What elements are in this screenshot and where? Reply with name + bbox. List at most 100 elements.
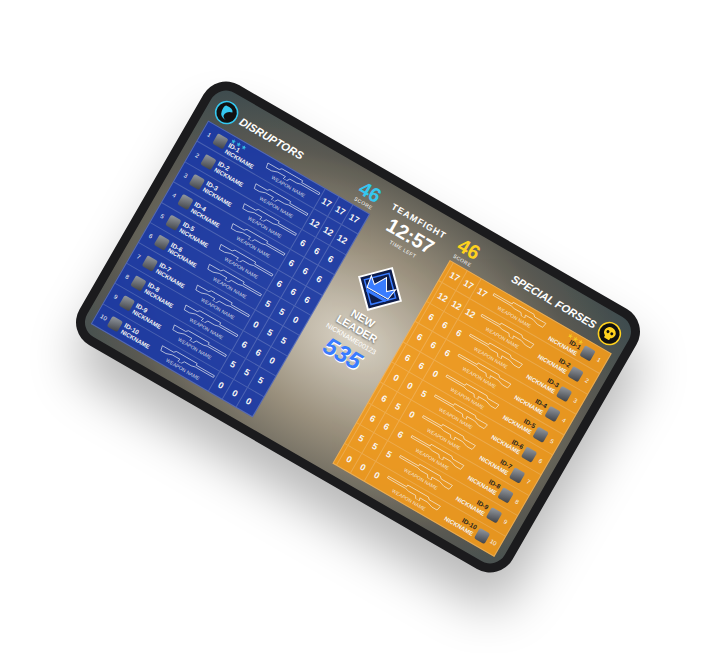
stat-cell: 6	[278, 249, 303, 276]
player-avatar	[165, 214, 181, 230]
player-weapon: WEAPON NAME	[261, 160, 320, 203]
player-weapon: WEAPON NAME	[382, 473, 441, 516]
stat-cell: 0	[383, 364, 408, 391]
stat-cell: 6	[359, 404, 384, 431]
tablet: DISRUPTORS46SCORE1ID-1NICKNAMEWEAPON NAM…	[66, 72, 649, 582]
player-avatar	[118, 295, 134, 311]
weapon-name: WEAPON NAME	[270, 174, 306, 198]
scoreboard-screen: DISRUPTORS46SCORE1ID-1NICKNAMEWEAPON NAM…	[78, 84, 636, 569]
weapon-name: WEAPON NAME	[211, 275, 247, 299]
stat-cell: 6	[266, 269, 291, 296]
player-avatar	[520, 446, 536, 462]
player-rank: 6	[535, 456, 545, 465]
player-rank: 4	[558, 416, 568, 425]
player-rank: 8	[511, 497, 521, 506]
player-row[interactable]: 10ID-10NICKNAMEWEAPON NAME000	[92, 304, 263, 416]
weapon-name: WEAPON NAME	[484, 325, 520, 349]
stat-cell: 6	[394, 343, 419, 370]
player-rank: 3	[570, 395, 580, 404]
player-avatar	[106, 315, 122, 331]
player-weapon: WEAPON NAME	[226, 221, 285, 264]
weapon-name: WEAPON NAME	[235, 235, 271, 259]
stat-cell: 5	[254, 290, 279, 317]
player-avatar	[567, 365, 583, 381]
player-id-block: ID-1NICKNAME	[540, 321, 584, 357]
player-avatar	[141, 254, 157, 270]
player-weapon: WEAPON NAME	[428, 392, 487, 435]
player-rank: 9	[110, 292, 120, 301]
player-rank: 1	[204, 130, 214, 139]
weapon-name: WEAPON NAME	[414, 446, 450, 470]
player-rank: 7	[523, 477, 533, 486]
player-weapon: WEAPON NAME	[452, 351, 511, 394]
player-avatar	[153, 234, 169, 250]
player-avatar	[497, 487, 513, 503]
player-weapon: WEAPON NAME	[191, 282, 250, 325]
weapon-name: WEAPON NAME	[176, 336, 212, 360]
player-avatar	[130, 275, 146, 291]
player-weapon: WEAPON NAME	[249, 180, 308, 223]
weapon-name: WEAPON NAME	[402, 467, 438, 491]
player-rank: 8	[122, 272, 132, 281]
star-icon	[567, 332, 574, 339]
stat-cell: 5	[347, 424, 372, 451]
player-rank: 5	[157, 211, 167, 220]
player-rank: 2	[582, 375, 592, 384]
player-avatar	[579, 345, 595, 361]
player-weapon: WEAPON NAME	[463, 331, 522, 374]
player-avatar	[200, 153, 216, 169]
weapon-name: WEAPON NAME	[437, 406, 473, 430]
player-rank: 5	[546, 436, 556, 445]
player-rank: 10	[488, 537, 498, 546]
player-rank: 3	[180, 170, 190, 179]
player-weapon: WEAPON NAME	[440, 372, 499, 415]
weapon-name: WEAPON NAME	[246, 215, 282, 239]
star-icon	[240, 144, 247, 151]
player-id-block: ID-1NICKNAME	[223, 138, 267, 174]
weapon-name: WEAPON NAME	[461, 365, 497, 389]
player-weapon: WEAPON NAME	[237, 201, 296, 244]
player-weapon: WEAPON NAME	[417, 412, 476, 455]
stage: DISRUPTORS46SCORE1ID-1NICKNAMEWEAPON NAM…	[0, 0, 715, 653]
stat-cell: 6	[418, 303, 443, 330]
player-rank: 7	[133, 252, 143, 261]
weapon-name: WEAPON NAME	[200, 296, 236, 320]
player-weapon: WEAPON NAME	[179, 302, 238, 345]
team-panel: 1ID-1NICKNAMEWEAPON NAME1717172ID-2NICKN…	[90, 120, 369, 417]
player-rank: 4	[168, 191, 178, 200]
stat-cell: 0	[208, 371, 233, 398]
weapon-name: WEAPON NAME	[449, 386, 485, 410]
weapon-name: WEAPON NAME	[258, 194, 294, 218]
player-avatar	[532, 426, 548, 442]
player-avatar	[212, 133, 228, 149]
player-weapon: WEAPON NAME	[475, 311, 534, 354]
stat-cell: 0	[243, 310, 268, 337]
stat-cell: 6	[406, 323, 431, 350]
player-avatar	[176, 194, 192, 210]
player-weapon: WEAPON NAME	[156, 343, 215, 386]
player-rank: 10	[98, 312, 108, 321]
player-avatar	[188, 173, 204, 189]
player-avatar	[555, 385, 571, 401]
player-row[interactable]: 2ID-2NICKNAMEWEAPON NAME121212	[426, 281, 598, 394]
weapon-name: WEAPON NAME	[426, 426, 462, 450]
player-rank: 2	[192, 150, 202, 159]
stat-cell: 6	[290, 229, 315, 256]
stat-cell: 0	[336, 445, 361, 472]
team-column: DISRUPTORS46SCORE1ID-1NICKNAMEWEAPON NAM…	[90, 95, 384, 417]
player-weapon: WEAPON NAME	[214, 241, 273, 284]
player-rank: 9	[500, 517, 510, 526]
player-avatar	[544, 406, 560, 422]
player-avatar	[473, 527, 489, 543]
weapon-name: WEAPON NAME	[496, 304, 532, 328]
player-avatar	[485, 507, 501, 523]
player-weapon: WEAPON NAME	[405, 432, 464, 475]
stat-cell: 6	[371, 384, 396, 411]
player-weapon: WEAPON NAME	[393, 453, 452, 496]
player-avatar	[509, 466, 525, 482]
weapon-name: WEAPON NAME	[473, 345, 509, 369]
player-rank: 6	[145, 231, 155, 240]
player-weapon: WEAPON NAME	[167, 322, 226, 365]
weapon-name: WEAPON NAME	[188, 316, 224, 340]
weapon-name: WEAPON NAME	[223, 255, 259, 279]
